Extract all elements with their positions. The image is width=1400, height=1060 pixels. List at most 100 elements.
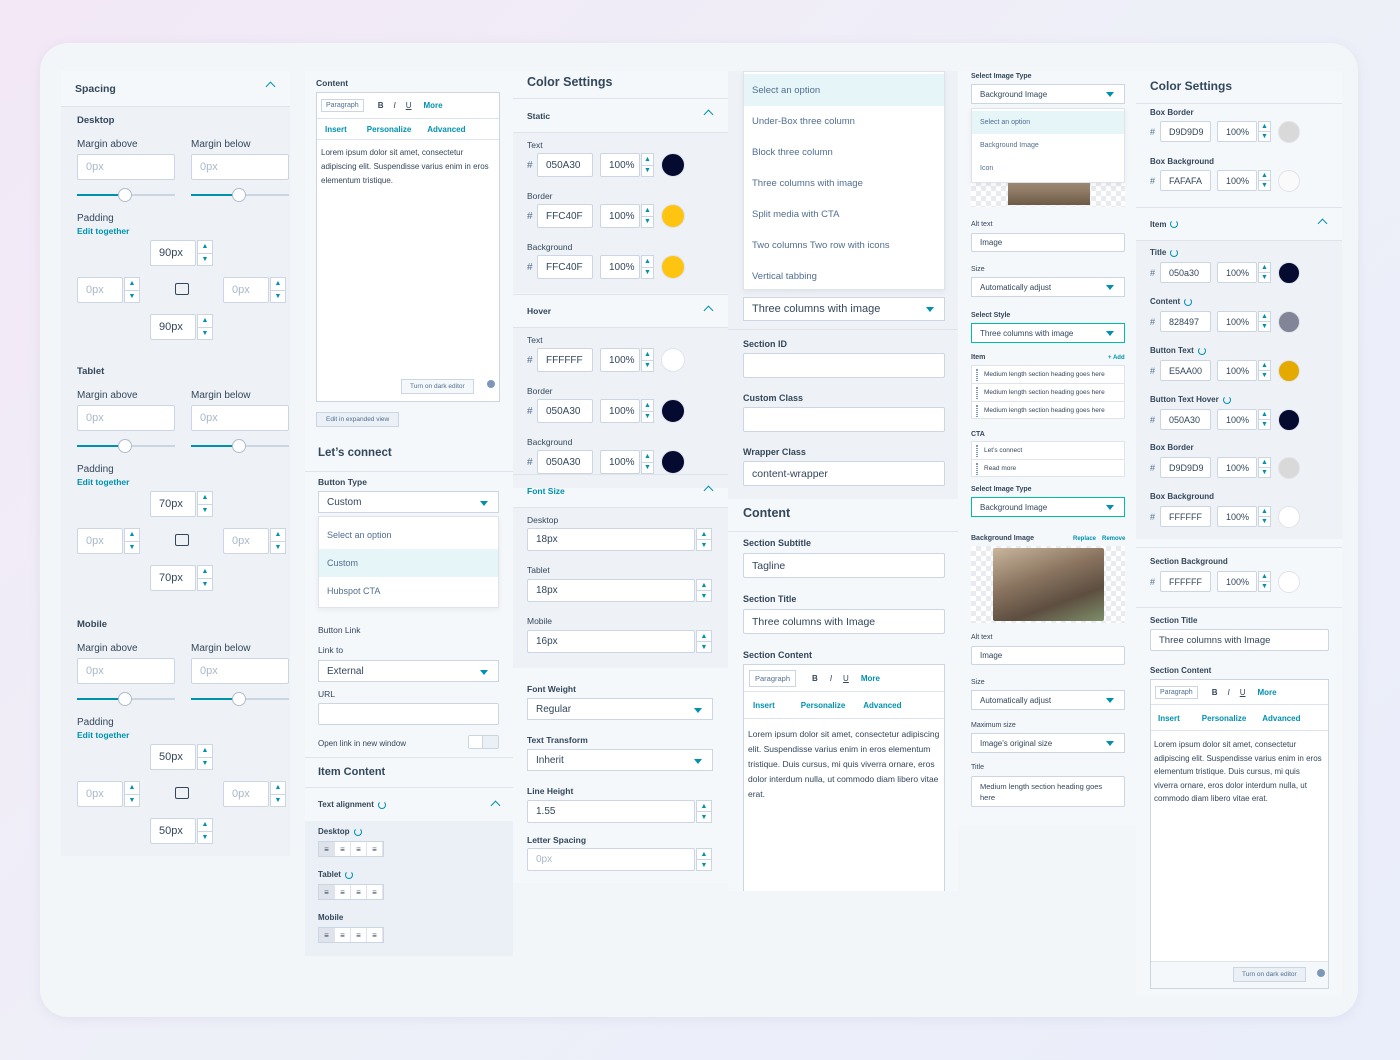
list-item[interactable]: Medium length section heading goes here	[972, 366, 1124, 384]
mobile-alignment-group[interactable]: ≡ ≡ ≡ ≡	[318, 927, 384, 943]
section-background-stepper[interactable]: ▲ ▼	[1258, 571, 1271, 592]
align-justify-icon[interactable]: ≡	[367, 885, 383, 899]
margin-above-slider[interactable]	[77, 692, 175, 706]
box-background-opacity[interactable]: 100%	[1217, 170, 1257, 191]
background-color-swatch[interactable]	[661, 255, 685, 279]
rte-body[interactable]: Lorem ipsum dolor sit amet, consectetur …	[1154, 738, 1326, 806]
mobile-font-size-stepper[interactable]: ▲ ▼	[696, 630, 712, 653]
margin-above-slider[interactable]	[77, 439, 175, 453]
tablet-font-size-stepper[interactable]: ▲ ▼	[696, 579, 712, 602]
personalize-menu[interactable]: Personalize	[801, 701, 845, 710]
advanced-menu[interactable]: Advanced	[1262, 714, 1300, 723]
padding-top-input[interactable]: 50px	[150, 744, 196, 770]
align-right-icon[interactable]: ≡	[351, 928, 367, 942]
button-hover-color-input[interactable]: 050A30	[1160, 409, 1211, 430]
margin-below-slider[interactable]	[191, 188, 289, 202]
hover-background-opacity-input[interactable]: 100%	[600, 450, 640, 474]
title-swatch[interactable]	[1278, 262, 1300, 284]
dropdown-option[interactable]: Two columns Two row with icons	[744, 230, 944, 261]
drag-handle-icon[interactable]	[976, 463, 978, 475]
mobile-font-size-input[interactable]: 16px	[527, 630, 695, 653]
hover-text-color-input[interactable]: FFFFFF	[537, 348, 593, 372]
padding-top-input[interactable]: 70px	[150, 491, 196, 517]
expanded-view-button[interactable]: Edit in expanded view	[316, 412, 400, 427]
underline-button[interactable]: U	[1240, 688, 1246, 697]
paragraph-select[interactable]: Paragraph	[1155, 685, 1198, 699]
list-item[interactable]: Read more	[972, 460, 1124, 477]
edit-together-link[interactable]: Edit together	[77, 730, 129, 740]
margin-below-input[interactable]: 0px	[191, 154, 289, 180]
background-color-input[interactable]: FFC40F	[537, 255, 593, 279]
more-menu[interactable]: More	[424, 101, 443, 110]
content-swatch[interactable]	[1278, 311, 1300, 333]
paragraph-select[interactable]: Paragraph	[321, 99, 364, 112]
padding-top-stepper[interactable]: ▲ ▼	[197, 491, 213, 517]
insert-menu[interactable]: Insert	[1158, 714, 1180, 723]
insert-menu[interactable]: Insert	[753, 701, 775, 710]
drag-handle-icon[interactable]	[976, 405, 978, 417]
link-to-select[interactable]: External	[318, 660, 499, 682]
padding-left-stepper[interactable]: ▲ ▼	[124, 277, 140, 303]
hover-background-color-input[interactable]: 050A30	[537, 450, 593, 474]
dropdown-option[interactable]: Select an option	[319, 521, 498, 549]
box-background-opacity[interactable]: 100%	[1217, 506, 1257, 527]
button-text-stepper[interactable]: ▲ ▼	[1258, 360, 1271, 381]
border-color-swatch[interactable]	[661, 204, 685, 228]
button-hover-opacity[interactable]: 100%	[1217, 409, 1257, 430]
align-center-icon[interactable]: ≡	[335, 842, 351, 856]
padding-right-input[interactable]: 0px	[223, 781, 269, 807]
custom-class-input[interactable]	[743, 407, 945, 432]
section-title-input[interactable]: Three columns with Image	[1150, 629, 1329, 651]
tablet-alignment-group[interactable]: ≡ ≡ ≡ ≡	[318, 884, 384, 900]
letter-spacing-stepper[interactable]: ▲ ▼	[696, 848, 712, 871]
padding-left-input[interactable]: 0px	[77, 781, 123, 807]
button-type-select[interactable]: Custom	[318, 491, 499, 513]
desktop-font-size-stepper[interactable]: ▲ ▼	[696, 528, 712, 551]
title-opacity[interactable]: 100%	[1217, 262, 1257, 283]
button-text-opacity[interactable]: 100%	[1217, 360, 1257, 381]
letter-spacing-input[interactable]: 0px	[527, 848, 695, 871]
remove-link[interactable]: Remove	[1102, 536, 1125, 542]
dropdown-option[interactable]: Select an option	[972, 111, 1124, 134]
line-height-input[interactable]: 1.55	[527, 800, 695, 823]
margin-above-input[interactable]: 0px	[77, 154, 175, 180]
list-item[interactable]: Medium length section heading goes here	[972, 384, 1124, 402]
dropdown-option[interactable]: Three columns with image	[744, 168, 944, 199]
box-border-stepper[interactable]: ▲ ▼	[1258, 457, 1271, 478]
box-border-opacity[interactable]: 100%	[1217, 457, 1257, 478]
align-center-icon[interactable]: ≡	[335, 885, 351, 899]
margin-below-input[interactable]: 0px	[191, 405, 289, 431]
desktop-alignment-group[interactable]: ≡ ≡ ≡ ≡	[318, 841, 384, 857]
personalize-menu[interactable]: Personalize	[367, 125, 411, 134]
dark-editor-button[interactable]: Turn on dark editor	[401, 379, 474, 394]
box-background-swatch[interactable]	[1278, 506, 1300, 528]
dropdown-option[interactable]: Custom	[319, 549, 498, 577]
layout-select[interactable]: Three columns with image	[743, 297, 945, 321]
drag-handle-icon[interactable]	[976, 387, 978, 399]
button-text-color-input[interactable]: E5AA00	[1160, 360, 1211, 381]
content-rich-text-editor[interactable]: Paragraph B I U More Insert Personalize …	[316, 92, 500, 402]
text-color-swatch[interactable]	[661, 153, 685, 177]
align-left-icon[interactable]: ≡	[319, 842, 335, 856]
chevron-up-icon[interactable]	[490, 800, 501, 811]
edit-together-link[interactable]: Edit together	[77, 226, 129, 236]
margin-above-slider[interactable]	[77, 188, 175, 202]
dropdown-option[interactable]: Split media with CTA	[744, 199, 944, 230]
title-stepper[interactable]: ▲ ▼	[1258, 262, 1271, 283]
padding-left-stepper[interactable]: ▲ ▼	[124, 781, 140, 807]
margin-above-input[interactable]: 0px	[77, 405, 175, 431]
hover-border-color-swatch[interactable]	[661, 399, 685, 423]
padding-bottom-input[interactable]: 70px	[150, 565, 196, 591]
padding-bottom-stepper[interactable]: ▲ ▼	[197, 565, 213, 591]
dropdown-option[interactable]: Select an option	[744, 74, 944, 106]
image-type-select[interactable]: Background Image	[971, 84, 1125, 104]
list-item[interactable]: Medium length section heading goes here	[972, 402, 1124, 419]
border-opacity-input[interactable]: 100%	[600, 204, 640, 228]
item-section[interactable]: Item	[1136, 207, 1342, 241]
padding-right-input[interactable]: 0px	[223, 528, 269, 554]
margin-above-input[interactable]: 0px	[77, 658, 175, 684]
replace-link[interactable]: Replace	[1073, 536, 1096, 542]
list-item[interactable]: Let’s connect	[972, 442, 1124, 460]
paragraph-select[interactable]: Paragraph	[749, 669, 797, 687]
padding-bottom-input[interactable]: 50px	[150, 818, 196, 844]
